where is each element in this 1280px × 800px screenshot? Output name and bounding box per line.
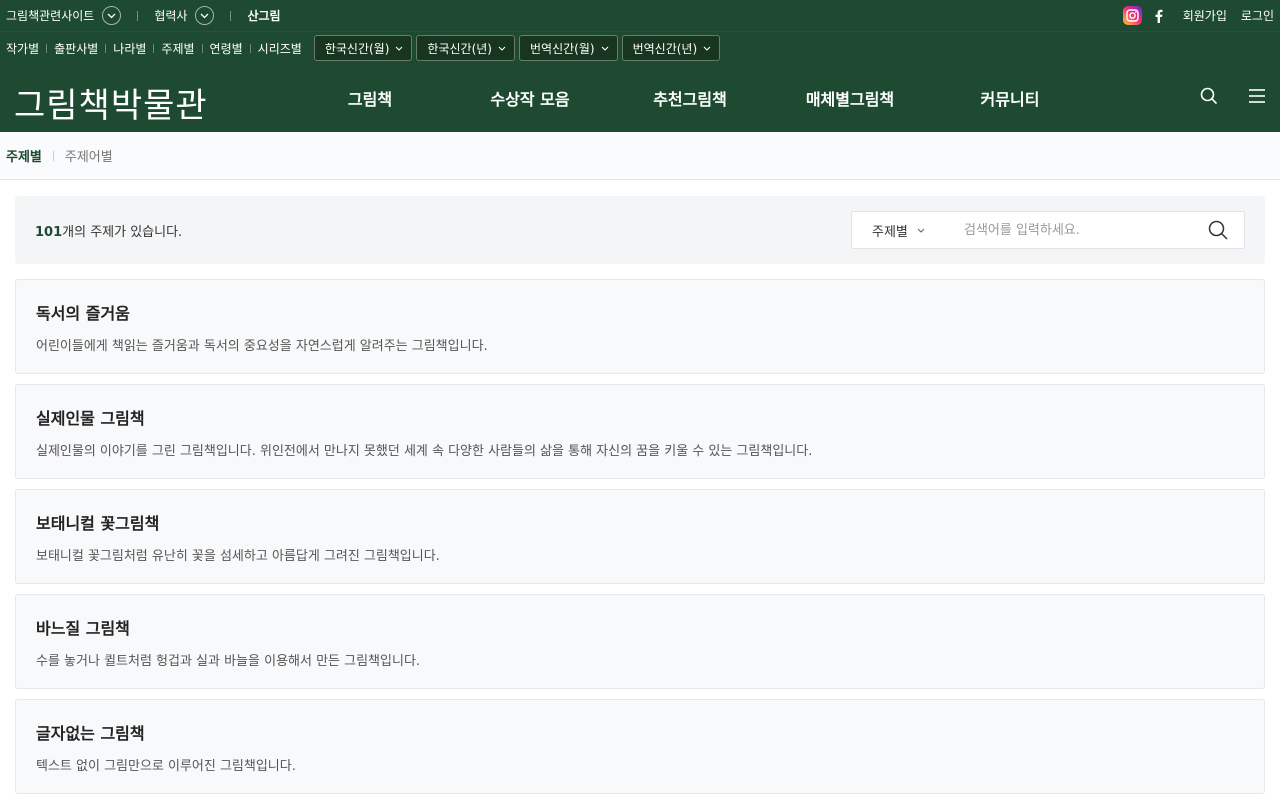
category-link-topic[interactable]: 주제별 xyxy=(161,40,194,57)
chevron-down-icon xyxy=(703,46,711,51)
nav-item-recommended[interactable]: 추천그림책 xyxy=(610,86,770,110)
category-link-country[interactable]: 나라별 xyxy=(113,40,146,57)
topic-card[interactable]: 바느질 그림책 수를 놓거나 퀼트처럼 헝겁과 실과 바늘을 이용해서 만든 그… xyxy=(15,594,1265,689)
instagram-icon[interactable] xyxy=(1122,6,1142,25)
korean-monthly-select[interactable]: 한국신간(월) xyxy=(313,35,413,61)
topic-title: 보태니컬 꽃그림책 xyxy=(36,513,160,533)
chevron-down-icon xyxy=(102,6,122,25)
content: 101개의 주제가 있습니다. 주제별 독서의 즐거움 어린이들에게 책읽는 즐… xyxy=(0,180,1280,794)
divider xyxy=(46,43,48,53)
chevron-down-icon xyxy=(195,6,215,25)
tab-by-keyword[interactable]: 주제어별 xyxy=(65,146,113,165)
search-button[interactable] xyxy=(1192,212,1244,248)
partners-dropdown[interactable]: 협력사 xyxy=(154,6,215,25)
chevron-down-icon xyxy=(498,46,506,51)
tab-by-topic[interactable]: 주제별 xyxy=(6,146,42,165)
utility-left: 그림책관련사이트 협력사 산그림 xyxy=(6,0,281,31)
topic-card[interactable]: 글자없는 그림책 텍스트 없이 그림만으로 이루어진 그림책입니다. xyxy=(15,699,1265,794)
divider xyxy=(230,10,232,21)
sub-tabs: 주제별 주제어별 xyxy=(0,132,1280,180)
site-logo[interactable]: 그림책박물관 xyxy=(14,78,208,127)
topic-title: 글자없는 그림책 xyxy=(36,723,145,743)
select-label: 한국신간(년) xyxy=(427,41,492,56)
partners-label: 협력사 xyxy=(154,9,188,23)
topic-title: 독서의 즐거움 xyxy=(36,303,130,323)
search-icon[interactable] xyxy=(1200,87,1218,109)
topic-description: 수를 놓거나 퀼트처럼 헝겁과 실과 바늘을 이용해서 만든 그림책입니다. xyxy=(36,653,421,669)
search-panel: 101개의 주제가 있습니다. 주제별 xyxy=(15,196,1265,264)
search-icon xyxy=(1208,220,1228,240)
count-suffix: 개의 주제가 있습니다. xyxy=(62,224,183,240)
topic-title: 바느질 그림책 xyxy=(36,618,130,638)
korean-yearly-select[interactable]: 한국신간(년) xyxy=(416,35,515,61)
category-link-author[interactable]: 작가별 xyxy=(6,40,39,57)
result-count: 101개의 주제가 있습니다. xyxy=(35,221,182,240)
login-link[interactable]: 로그인 xyxy=(1241,7,1274,24)
utility-right: 회원가입 로그인 xyxy=(1122,0,1274,31)
topic-description: 실제인물의 이야기를 그린 그림책입니다. 위인전에서 만나지 못했던 세계 속… xyxy=(36,443,813,459)
related-sites-dropdown[interactable]: 그림책관련사이트 xyxy=(6,6,122,25)
new-release-selects: 한국신간(월) 한국신간(년) 번역신간(월) 번역신간(년) xyxy=(313,35,721,61)
select-label: 번역신간(년) xyxy=(632,41,698,56)
search-form: 주제별 xyxy=(851,211,1245,249)
signup-link[interactable]: 회원가입 xyxy=(1183,7,1227,24)
topic-description: 어린이들에게 책읽는 즐거움과 독서의 중요성을 자연스럽게 알려주는 그림책입… xyxy=(36,338,488,354)
nav-item-community[interactable]: 커뮤니티 xyxy=(930,86,1090,110)
translated-yearly-select[interactable]: 번역신간(년) xyxy=(621,35,721,61)
main-header: 그림책박물관 그림책 수상작 모음 추천그림책 매체별그림책 커뮤니티 xyxy=(0,64,1280,132)
category-link-series[interactable]: 시리즈별 xyxy=(258,40,302,57)
chevron-down-icon xyxy=(917,228,925,233)
sangrim-link[interactable]: 산그림 xyxy=(247,7,280,24)
header-actions xyxy=(1200,64,1266,132)
divider xyxy=(105,43,107,53)
related-sites-label: 그림책관련사이트 xyxy=(6,9,95,23)
divider xyxy=(249,43,251,53)
topic-description: 보태니컬 꽃그림처럼 유난히 꽃을 섬세하고 아름답게 그려진 그림책입니다. xyxy=(36,548,440,564)
topic-title: 실제인물 그림책 xyxy=(36,408,145,428)
nav-item-awards[interactable]: 수상작 모음 xyxy=(450,86,610,110)
search-type-label: 주제별 xyxy=(872,224,908,240)
facebook-icon[interactable] xyxy=(1154,9,1163,23)
chevron-down-icon xyxy=(601,46,608,51)
category-link-publisher[interactable]: 출판사별 xyxy=(54,40,98,57)
nav-item-picturebooks[interactable]: 그림책 xyxy=(290,86,450,110)
nav-item-by-media[interactable]: 매체별그림책 xyxy=(770,86,930,110)
divider xyxy=(137,10,139,21)
utility-bar: 그림책관련사이트 협력사 산그림 회원가입 로그인 xyxy=(0,0,1280,31)
main-nav: 그림책 수상작 모음 추천그림책 매체별그림책 커뮤니티 xyxy=(290,64,1090,132)
select-label: 번역신간(월) xyxy=(530,41,595,56)
topic-description: 텍스트 없이 그림만으로 이루어진 그림책입니다. xyxy=(36,758,296,774)
select-label: 한국신간(월) xyxy=(324,41,390,56)
divider xyxy=(153,43,155,53)
search-input[interactable] xyxy=(952,222,1192,238)
count-number: 101 xyxy=(35,224,63,240)
divider xyxy=(52,150,54,161)
search-type-select[interactable]: 주제별 xyxy=(852,221,952,240)
topic-card[interactable]: 실제인물 그림책 실제인물의 이야기를 그린 그림책입니다. 위인전에서 만나지… xyxy=(15,384,1265,479)
topic-list: 독서의 즐거움 어린이들에게 책읽는 즐거움과 독서의 중요성을 자연스럽게 알… xyxy=(15,279,1265,794)
category-bar: 작가별 출판사별 나라별 주제별 연령별 시리즈별 한국신간(월) 한국신간(년… xyxy=(0,31,1280,64)
topic-card[interactable]: 보태니컬 꽃그림책 보태니컬 꽃그림처럼 유난히 꽃을 섬세하고 아름답게 그려… xyxy=(15,489,1265,584)
topic-card[interactable]: 독서의 즐거움 어린이들에게 책읽는 즐거움과 독서의 중요성을 자연스럽게 알… xyxy=(15,279,1265,374)
menu-icon[interactable] xyxy=(1248,88,1266,108)
divider xyxy=(201,43,203,53)
translated-monthly-select[interactable]: 번역신간(월) xyxy=(519,35,618,61)
chevron-down-icon xyxy=(396,46,403,51)
category-link-age[interactable]: 연령별 xyxy=(210,40,243,57)
